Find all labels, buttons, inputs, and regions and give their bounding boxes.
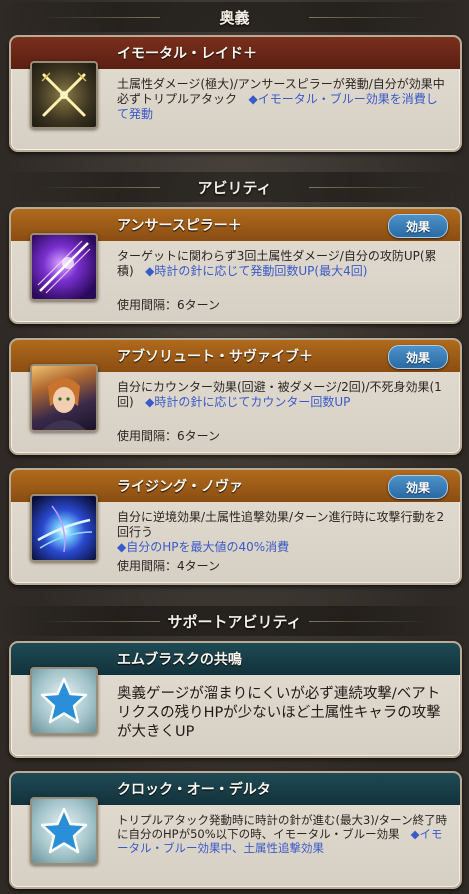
- section-title-support: サポートアビリティ: [0, 606, 469, 636]
- ability-card-2[interactable]: アブソリュート・サヴァイブ＋ 効果 自分にカウンター効果(回避・被ダメージ/2回…: [9, 338, 462, 455]
- star-icon: [30, 667, 98, 735]
- crossed-swords-icon: [30, 61, 98, 129]
- ability-2-name: アブソリュート・サヴァイブ＋: [117, 349, 313, 365]
- ability-card-1[interactable]: アンサースピラー＋ 効果 ターゲットに関わらず3回土属性ダメージ/自分の攻防UP…: [9, 207, 462, 324]
- ability-3-desc-highlight: ◆自分のHPを最大値の40%消費: [117, 540, 290, 554]
- ability-2-effect-button[interactable]: 効果: [388, 345, 448, 369]
- character-portrait-icon: [30, 364, 98, 432]
- blue-nova-icon: [30, 494, 98, 562]
- section-title-support-label: サポートアビリティ: [167, 612, 302, 631]
- ability-1-name: アンサースピラー＋: [117, 218, 242, 234]
- ougi-name: イモータル・レイド＋: [117, 46, 257, 62]
- ability-1-description: ターゲットに関わらず3回土属性ダメージ/自分の攻防UP(累積) ◆時計の針に応じ…: [117, 249, 448, 279]
- support-card-1[interactable]: エムブラスクの共鳴 奥義ゲージが溜まりにくいが必ず連続攻撃/ベアトリクスの残りH…: [9, 641, 462, 758]
- ability-2-cooldown: 使用間隔：6ターン: [117, 429, 221, 443]
- support-1-description: 奥義ゲージが溜まりにくいが必ず連続攻撃/ベアトリクスの残りHPが少ないほど土属性…: [117, 685, 448, 742]
- ability-card-3[interactable]: ライジング・ノヴァ 効果 自分に逆境効果/土属性追撃効果/ターン進行時に攻撃行動…: [9, 468, 462, 585]
- ougi-card[interactable]: イモータル・レイド＋ 土属性ダメージ(極大)/アンサースピラーが発動/自分が効果…: [9, 35, 462, 152]
- section-title-ougi-label: 奥義: [219, 8, 250, 27]
- ability-3-name: ライジング・ノヴァ: [117, 479, 243, 495]
- ability-2-desc-highlight: ◆時計の針に応じてカウンター回数UP: [145, 395, 351, 409]
- ability-2-description: 自分にカウンター効果(回避・被ダメージ/2回)/不死身効果(1回) ◆時計の針に…: [117, 380, 448, 410]
- support-card-2[interactable]: クロック・オー・デルタ トリプルアタック発動時に時計の針が進む(最大3)/ターン…: [9, 771, 462, 889]
- ability-3-description: 自分に逆境効果/土属性追撃効果/ターン進行時に攻撃行動を2回行う ◆自分のHPを…: [117, 510, 448, 555]
- support-1-name: エムブラスクの共鳴: [117, 652, 242, 668]
- section-title-ability-label: アビリティ: [197, 178, 272, 197]
- star-icon: [30, 797, 98, 865]
- ability-1-desc-highlight: ◆時計の針に応じて発動回数UP(最大4回): [145, 264, 368, 278]
- support-2-name: クロック・オー・デルタ: [117, 782, 271, 798]
- section-title-ougi: 奥義: [0, 2, 469, 32]
- purple-lance-icon: [30, 233, 98, 301]
- ability-3-effect-button[interactable]: 効果: [388, 475, 448, 499]
- support-1-desc-main: 奥義ゲージが溜まりにくいが必ず連続攻撃/ベアトリクスの残りHPが少ないほど土属性…: [117, 686, 441, 740]
- ability-3-cooldown: 使用間隔：4ターン: [117, 559, 221, 573]
- section-title-ability: アビリティ: [0, 172, 469, 202]
- ability-1-cooldown: 使用間隔：6ターン: [117, 298, 221, 312]
- support-2-description: トリプルアタック発動時に時計の針が進む(最大3)/ターン終了時に自分のHPが50…: [117, 813, 448, 855]
- ability-3-desc-main: 自分に逆境効果/土属性追撃効果/ターン進行時に攻撃行動を2回行う: [117, 510, 445, 539]
- ougi-description: 土属性ダメージ(極大)/アンサースピラーが発動/自分が効果中必ずトリプルアタック…: [117, 77, 448, 122]
- support-2-desc-main: トリプルアタック発動時に時計の針が進む(最大3)/ターン終了時に自分のHPが50…: [117, 813, 448, 841]
- ability-1-effect-button[interactable]: 効果: [388, 214, 448, 238]
